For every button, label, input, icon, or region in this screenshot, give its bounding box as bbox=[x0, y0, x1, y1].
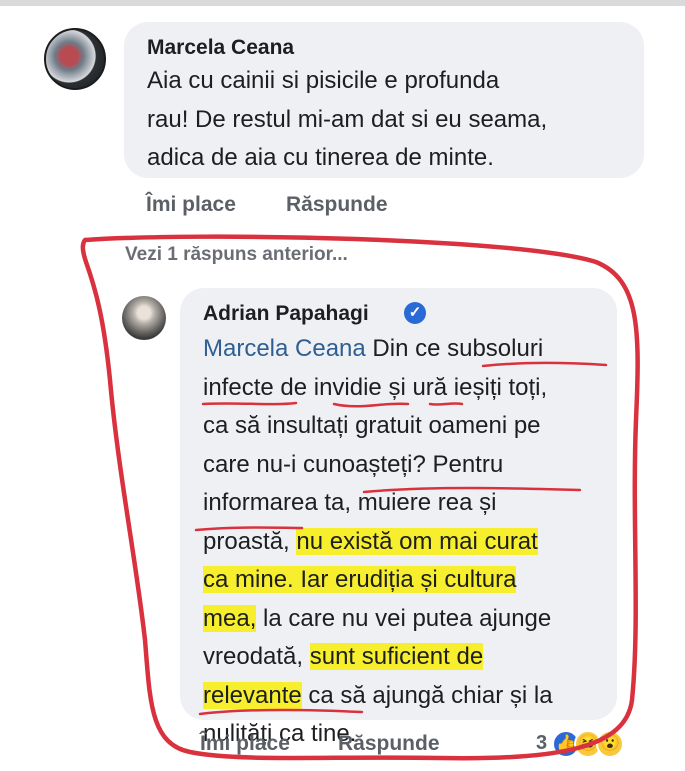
comment-2-reply-button[interactable]: Răspunde bbox=[338, 732, 440, 756]
comment-1-line: adica de aia cu tinerea de minte. bbox=[147, 144, 494, 171]
comment-2-line-2: infecte de invidie și ură ieșiți toți, bbox=[203, 373, 548, 401]
comment-1-text: Aia cu cainii si pisicile e profunda rau… bbox=[147, 62, 547, 178]
comment-2-text-segment: ca să ajungă chiar și la bbox=[301, 681, 553, 709]
comment-2-line-10: relevante ca să ajungă chiar și la bbox=[203, 677, 553, 716]
comment-2-line-6: proastă, nu există om mai curat bbox=[203, 523, 553, 562]
comment-2-author[interactable]: Adrian Papahagi bbox=[203, 302, 369, 326]
comment-2-line-5: informarea ta, muiere rea și bbox=[203, 489, 497, 516]
highlighted-text: ca mine. Iar erudiția și cultura bbox=[203, 566, 517, 593]
comment-1-line: rau! De restul mi-am dat si eu seama, bbox=[147, 105, 548, 133]
comment-1-author[interactable]: Marcela Ceana bbox=[147, 36, 294, 60]
comment-2-text-segment: vreodată, bbox=[203, 643, 310, 670]
comment-2-line-8: mea, la care nu vei putea ajunge bbox=[203, 600, 553, 639]
highlighted-text: relevante bbox=[203, 681, 302, 709]
avatar-adrian[interactable] bbox=[122, 296, 166, 340]
reaction-count: 3 bbox=[536, 732, 548, 754]
comment-2-text-segment: proastă, bbox=[203, 527, 297, 555]
highlighted-text: mea, bbox=[203, 604, 257, 632]
comment-2-like-button[interactable]: Îmi place bbox=[200, 732, 290, 756]
comment-2-text-segment: la care nu vei putea ajunge bbox=[256, 604, 552, 632]
reaction-summary[interactable]: 3 👍 😆 😮 bbox=[536, 730, 646, 760]
wow-icon: 😮 bbox=[596, 730, 624, 758]
comment-1-reply-button[interactable]: Răspunde bbox=[286, 193, 388, 217]
comment-2-line-7: ca mine. Iar erudiția și cultura bbox=[203, 561, 553, 600]
comment-2-line-1: Marcela Ceana Din ce subsoluri bbox=[203, 330, 553, 369]
comment-2-line-4: care nu-i cunoașteți? Pentru bbox=[203, 450, 504, 478]
comment-2-line-9: vreodată, sunt suficient de bbox=[203, 638, 553, 677]
previous-replies-link[interactable]: Vezi 1 răspuns anterior... bbox=[125, 244, 348, 266]
avatar-marcela[interactable] bbox=[44, 28, 106, 90]
comment-1-line: Aia cu cainii si pisicile e profunda bbox=[147, 67, 500, 94]
comment-2-line-3: ca să insultați gratuit oameni pe bbox=[203, 412, 541, 439]
comment-2-text: Marcela Ceana Din ce subsoluri infecte d… bbox=[203, 330, 553, 754]
comment-1-like-button[interactable]: Îmi place bbox=[146, 193, 236, 217]
highlighted-text: nu există om mai curat bbox=[296, 527, 538, 555]
verified-badge-icon: ✓ bbox=[404, 302, 426, 324]
highlighted-text: sunt suficient de bbox=[309, 643, 484, 670]
mention-link[interactable]: Marcela Ceana bbox=[203, 335, 366, 362]
top-divider bbox=[0, 0, 685, 6]
comment-2-text-segment: Din ce subsoluri bbox=[365, 335, 544, 362]
